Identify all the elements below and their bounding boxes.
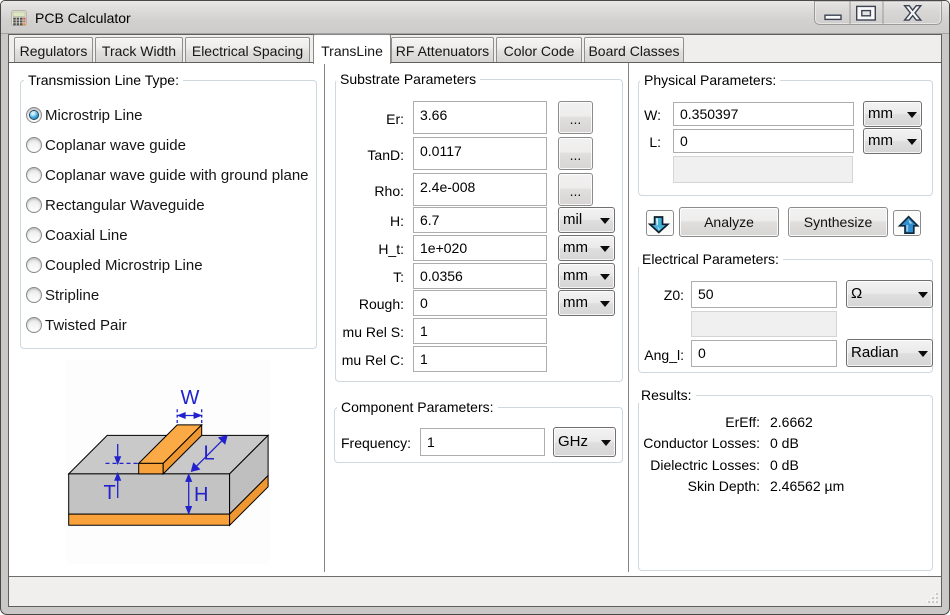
svg-text:T: T	[104, 482, 116, 504]
svg-text:L: L	[204, 443, 215, 465]
svg-text:H: H	[194, 484, 208, 506]
svg-text:W: W	[181, 387, 200, 409]
